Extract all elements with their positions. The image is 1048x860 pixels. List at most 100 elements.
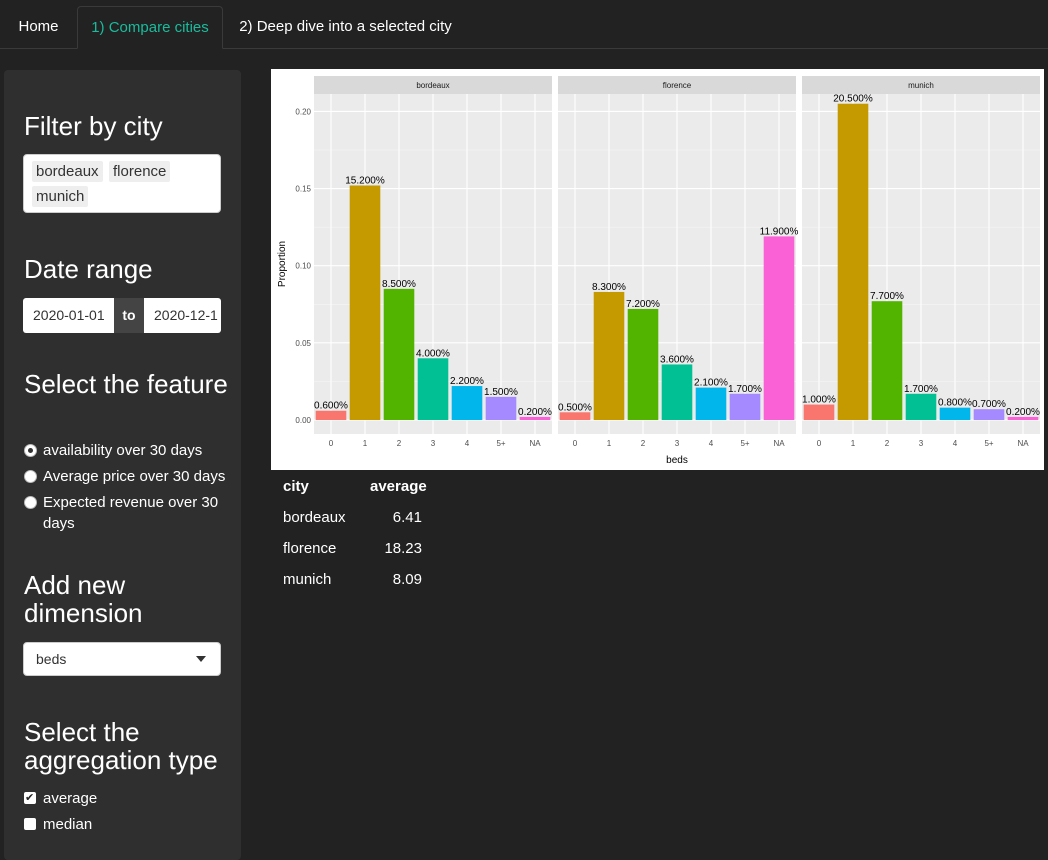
date-range-heading: Date range — [24, 254, 153, 284]
radio-button[interactable] — [24, 496, 37, 509]
bar-value-label: 0.500% — [558, 402, 592, 413]
radio-button[interactable] — [24, 444, 37, 457]
y-axis-label: Proportion — [277, 241, 288, 287]
x-tick-label: NA — [773, 439, 785, 448]
bar-value-label: 1.700% — [904, 384, 938, 395]
dimension-select-value: beds — [36, 651, 67, 667]
x-tick-label: 1 — [851, 439, 856, 448]
bar — [315, 410, 347, 420]
sidebar-panel: Filter by city bordeaux florence munich … — [4, 70, 241, 860]
bar-value-label: 0.700% — [972, 399, 1006, 410]
x-tick-label: NA — [1017, 439, 1029, 448]
bar-value-label: 1.700% — [728, 384, 762, 395]
x-tick-label: 5+ — [984, 439, 993, 448]
x-tick-label: NA — [529, 439, 541, 448]
x-tick-label: 3 — [675, 439, 680, 448]
date-end-input[interactable]: 2020-12-1 — [144, 298, 221, 333]
bar — [349, 185, 381, 420]
x-tick-label: 5+ — [740, 439, 749, 448]
caret-down-icon — [196, 656, 206, 662]
bar-value-label: 2.100% — [694, 378, 728, 389]
city-select-input[interactable]: bordeaux florence munich — [23, 154, 221, 213]
bar — [695, 387, 727, 420]
bar — [939, 407, 971, 420]
bar-value-label: 0.200% — [518, 407, 552, 418]
x-tick-label: 1 — [607, 439, 612, 448]
bar-value-label: 8.300% — [592, 282, 626, 293]
feature-heading: Select the feature — [24, 369, 228, 399]
bar — [383, 288, 415, 420]
table-header-city: city — [283, 478, 309, 495]
y-tick-label: 0.10 — [295, 262, 311, 271]
date-start-input[interactable]: 2020-01-01 — [23, 298, 114, 333]
table-header-average: average — [370, 478, 427, 495]
x-tick-label: 5+ — [496, 439, 505, 448]
table-cell-city: bordeaux — [283, 509, 346, 526]
bar — [973, 409, 1005, 420]
table-cell-average: 8.09 — [392, 571, 422, 588]
x-tick-label: 4 — [953, 439, 958, 448]
bar-value-label: 15.200% — [345, 175, 385, 186]
table-cell-average: 18.23 — [384, 540, 422, 557]
bar-value-label: 4.000% — [416, 348, 450, 359]
bar-value-label: 11.900% — [760, 226, 799, 237]
bar — [729, 393, 761, 420]
bar — [559, 412, 591, 420]
city-chip-bordeaux[interactable]: bordeaux — [32, 161, 103, 182]
radio-button[interactable] — [24, 470, 37, 483]
x-tick-label: 2 — [641, 439, 646, 448]
bar-value-label: 0.600% — [314, 401, 348, 412]
x-axis-label: beds — [666, 455, 688, 466]
x-tick-label: 0 — [329, 439, 334, 448]
filter-city-heading: Filter by city — [24, 111, 163, 141]
city-chip-munich[interactable]: munich — [32, 186, 89, 207]
x-tick-label: 3 — [919, 439, 924, 448]
dimension-heading: Add new dimension — [24, 570, 143, 628]
chart-svg: Proportion 0.00 0.05 0.10 0.15 0.20 bordeaux 0.… — [277, 76, 1040, 466]
table-cell-city: munich — [283, 571, 332, 588]
facet-strip-label: florence — [663, 81, 692, 90]
table-cell-average: 6.41 — [392, 509, 422, 526]
tab-home[interactable]: Home — [0, 6, 77, 49]
bar-value-label: 7.200% — [626, 299, 660, 310]
table-cell-city: florence — [283, 540, 337, 557]
bar-value-label: 0.200% — [1006, 407, 1040, 418]
checkbox[interactable] — [24, 818, 36, 830]
tab-bar: Home 1) Compare cities 2) Deep dive into… — [0, 0, 1048, 49]
bar-value-label: 8.500% — [382, 279, 416, 290]
city-chip-florence[interactable]: florence — [109, 161, 171, 182]
x-tick-label: 2 — [397, 439, 402, 448]
y-tick-label: 0.05 — [295, 339, 311, 348]
tab-compare-cities[interactable]: 1) Compare cities — [77, 6, 223, 49]
bar — [485, 396, 517, 420]
bar — [871, 301, 903, 420]
date-range-input: 2020-01-01 to 2020-12-1 — [23, 298, 221, 333]
faceted-bar-chart: Proportion 0.00 0.05 0.10 0.15 0.20 bordeaux 0.… — [271, 69, 1044, 470]
x-tick-label: 4 — [709, 439, 714, 448]
x-tick-label: 0 — [573, 439, 578, 448]
x-tick-label: 0 — [817, 439, 822, 448]
aggregation-option-label: median — [43, 816, 93, 833]
bar-value-label: 20.500% — [833, 94, 873, 105]
tab-deep-dive[interactable]: 2) Deep dive into a selected city — [223, 6, 468, 49]
bar-value-label: 1.500% — [484, 387, 518, 398]
x-tick-label: 3 — [431, 439, 436, 448]
y-tick-label: 0.20 — [295, 107, 311, 116]
y-tick-label: 0.15 — [295, 185, 311, 194]
bar — [763, 236, 795, 420]
bar — [905, 393, 937, 420]
bar — [593, 291, 625, 420]
bar — [417, 358, 449, 420]
y-tick-label: 0.00 — [295, 416, 311, 425]
bar-value-label: 1.000% — [802, 395, 836, 406]
checkbox[interactable] — [24, 788, 36, 809]
bar-value-label: 0.800% — [938, 398, 972, 409]
bar — [627, 308, 659, 420]
facet-strip-label: bordeaux — [416, 81, 449, 90]
bar — [837, 103, 869, 420]
x-tick-label: 1 — [363, 439, 368, 448]
bar-value-label: 2.200% — [450, 376, 484, 387]
date-to-label: to — [114, 298, 144, 333]
dimension-select[interactable]: beds — [23, 642, 221, 676]
aggregation-option-label: average — [43, 790, 98, 807]
